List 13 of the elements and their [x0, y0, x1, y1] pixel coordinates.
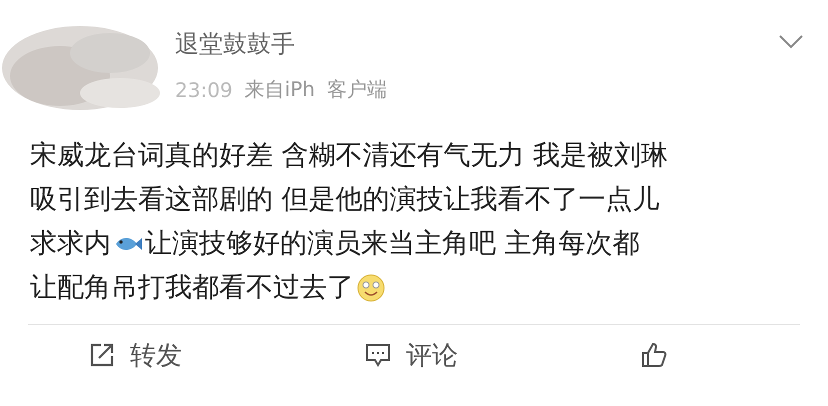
repost-button[interactable]: 转发 [88, 338, 182, 372]
chevron-down-icon[interactable] [778, 34, 804, 50]
comment-icon [364, 341, 392, 369]
thumbs-up-icon [640, 341, 668, 369]
smiley-emoji-icon [356, 273, 386, 303]
comment-button[interactable]: 评论 [364, 338, 458, 372]
post-source: 客户端 [326, 76, 387, 103]
post-source: 来自iPh [244, 76, 315, 103]
post-time: 23:09 [175, 78, 233, 102]
post-text: 宋威龙台词真的好差 含糊不清还有气无力 我是被刘琳 吸引到去看这部剧的 但是他的演技让我看不了一点儿 求求内 让演技够好的演员来当主角吧 主角每次都 让配角吊打我都看不过去了 [30, 139, 670, 305]
share-icon [88, 341, 116, 369]
username[interactable]: 退堂鼓鼓手 [175, 28, 387, 60]
like-button[interactable] [640, 341, 668, 369]
